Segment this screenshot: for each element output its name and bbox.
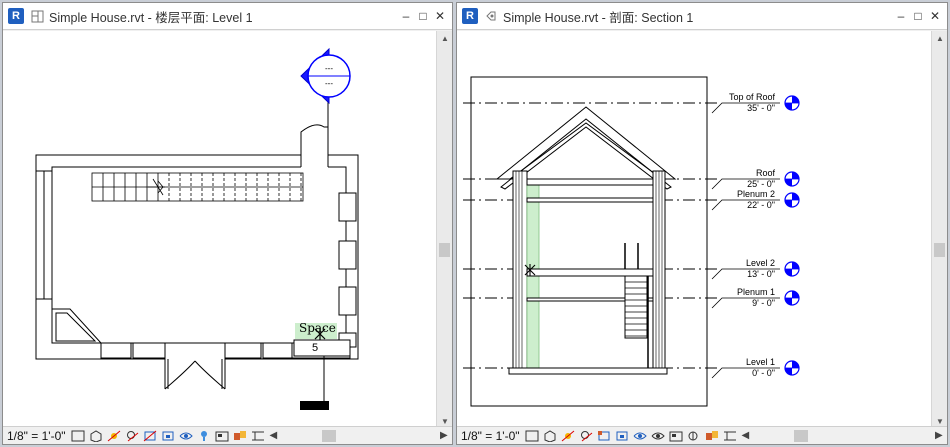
view-title: Simple House.rvt - 剖面: Section 1 (503, 10, 694, 25)
drawing-canvas[interactable]: Top of Roof 35' - 0" Roof 25' - 0" Plenum 22… (457, 31, 933, 428)
windows-right-wall (338, 192, 357, 348)
level-head[interactable]: Roof25' - 0" (711, 168, 800, 190)
sun-path-icon[interactable] (106, 429, 122, 443)
floor-plan-view-icon (30, 9, 44, 23)
temporary-hide-icon[interactable] (632, 429, 648, 443)
vertical-scrollbar[interactable]: ▲ ▼ (436, 31, 452, 428)
detail-level-icon[interactable] (524, 429, 540, 443)
view-control-bar: 1/8" = 1'-0" ◀ ▶ (3, 426, 452, 444)
horizontal-scrollbar[interactable] (754, 429, 935, 442)
window-left-wall (36, 170, 52, 300)
corner-bay (51, 308, 103, 344)
floor-plan-view-window[interactable]: R Simple House.rvt - 楼层平面: Level 1 – □ ✕ (2, 2, 453, 445)
shadows-icon[interactable] (124, 429, 140, 443)
maximize-button[interactable]: □ (910, 8, 926, 24)
reveal-hidden-icon[interactable] (196, 429, 212, 443)
scroll-right-icon[interactable]: ▶ (935, 430, 947, 441)
level-name: Top of Roof (729, 92, 776, 102)
close-button[interactable]: ✕ (432, 8, 448, 24)
front-double-door (164, 343, 226, 390)
visual-style-icon[interactable] (88, 429, 104, 443)
show-crop-region-icon[interactable] (160, 429, 176, 443)
detail-level-icon[interactable] (70, 429, 86, 443)
shadows-icon[interactable] (578, 429, 594, 443)
level-head[interactable]: Plenum 222' - 0" (711, 189, 800, 211)
level-elevation: 35' - 0" (747, 103, 775, 113)
level-name: Roof (756, 168, 776, 178)
level-name: Plenum 2 (737, 189, 775, 199)
exterior-wall-inner (51, 166, 347, 344)
stair-direction-arrow (148, 178, 165, 196)
section-view-icon (484, 9, 498, 23)
view-titlebar[interactable]: R Simple House.rvt - 剖面: Section 1 – □ ✕ (457, 3, 947, 30)
reveal-constraints-icon[interactable] (722, 429, 738, 443)
level-elevation: 25' - 0" (747, 179, 775, 189)
crop-region[interactable] (470, 76, 708, 407)
svg-text:---: --- (325, 79, 333, 88)
section-view-window[interactable]: R Simple House.rvt - 剖面: Section 1 – □ ✕ (456, 2, 948, 445)
hscroll-thumb[interactable] (793, 429, 808, 442)
level-head[interactable]: Level 213' - 0" (711, 258, 800, 280)
crop-view-icon[interactable] (596, 429, 612, 443)
level-elevation: 13' - 0" (747, 269, 775, 279)
revit-app-icon: R (8, 8, 24, 24)
temporary-hide-icon[interactable] (178, 429, 194, 443)
temporary-view-properties-icon[interactable] (668, 429, 684, 443)
view-scale[interactable]: 1/8" = 1'-0" (461, 429, 520, 443)
visual-style-icon[interactable] (542, 429, 558, 443)
level-name: Level 1 (746, 357, 775, 367)
section-head[interactable] (300, 401, 329, 410)
show-crop-region-icon[interactable] (614, 429, 630, 443)
minimize-button[interactable]: – (893, 8, 909, 24)
scroll-left-icon[interactable]: ◀ (270, 430, 282, 441)
level-head[interactable]: Top of Roof35' - 0" (711, 92, 800, 114)
svg-text:5: 5 (312, 342, 318, 354)
maximize-button[interactable]: □ (415, 8, 431, 24)
close-button[interactable]: ✕ (927, 8, 943, 24)
analytical-model-icon[interactable] (686, 429, 702, 443)
level-name: Level 2 (746, 258, 775, 268)
scroll-thumb[interactable] (934, 243, 945, 257)
stairs (91, 172, 304, 202)
view-titlebar[interactable]: R Simple House.rvt - 楼层平面: Level 1 – □ ✕ (3, 3, 452, 30)
hscroll-thumb[interactable] (321, 429, 336, 442)
level-head[interactable]: Plenum 19' - 0" (711, 287, 800, 309)
level-elevation: 22' - 0" (747, 200, 775, 210)
svg-text:---: --- (325, 64, 333, 73)
svg-text:Space: Space (299, 321, 336, 335)
revit-app-icon: R (462, 8, 478, 24)
level-lines (463, 102, 719, 369)
view-scale[interactable]: 1/8" = 1'-0" (7, 429, 66, 443)
scroll-up-icon[interactable]: ▲ (437, 31, 452, 45)
scroll-up-icon[interactable]: ▲ (932, 31, 947, 45)
horizontal-scrollbar[interactable] (282, 429, 440, 442)
view-title: Simple House.rvt - 楼层平面: Level 1 (49, 10, 253, 25)
minimize-button[interactable]: – (398, 8, 414, 24)
worksharing-icon[interactable] (232, 429, 248, 443)
view-control-bar: 1/8" = 1'-0" ◀ ▶ (457, 426, 947, 444)
section-stair (624, 275, 648, 339)
temporary-view-properties-icon[interactable] (214, 429, 230, 443)
level-elevation: 0' - 0" (752, 368, 775, 378)
sun-path-icon[interactable] (560, 429, 576, 443)
section-drawing: Top of Roof35' - 0" Roof25' - 0"Plenum 22… (463, 76, 800, 407)
vertical-scrollbar[interactable]: ▲ ▼ (931, 31, 947, 428)
scroll-left-icon[interactable]: ◀ (742, 430, 754, 441)
level-name: Plenum 1 (737, 287, 775, 297)
scroll-thumb[interactable] (439, 243, 450, 257)
level-head[interactable]: Level 10' - 0" (711, 357, 800, 379)
floor-plan-drawing: --- --- Space 5 (35, 47, 359, 410)
worksharing-icon[interactable] (704, 429, 720, 443)
reveal-constraints-icon[interactable] (250, 429, 266, 443)
drawing-canvas[interactable]: --- --- Space 5 (3, 31, 437, 428)
level-elevation: 9' - 0" (752, 298, 775, 308)
scroll-right-icon[interactable]: ▶ (440, 430, 452, 441)
crop-view-icon[interactable] (142, 429, 158, 443)
reveal-hidden-icon[interactable] (650, 429, 666, 443)
elevation-marker[interactable]: --- --- (300, 47, 351, 105)
